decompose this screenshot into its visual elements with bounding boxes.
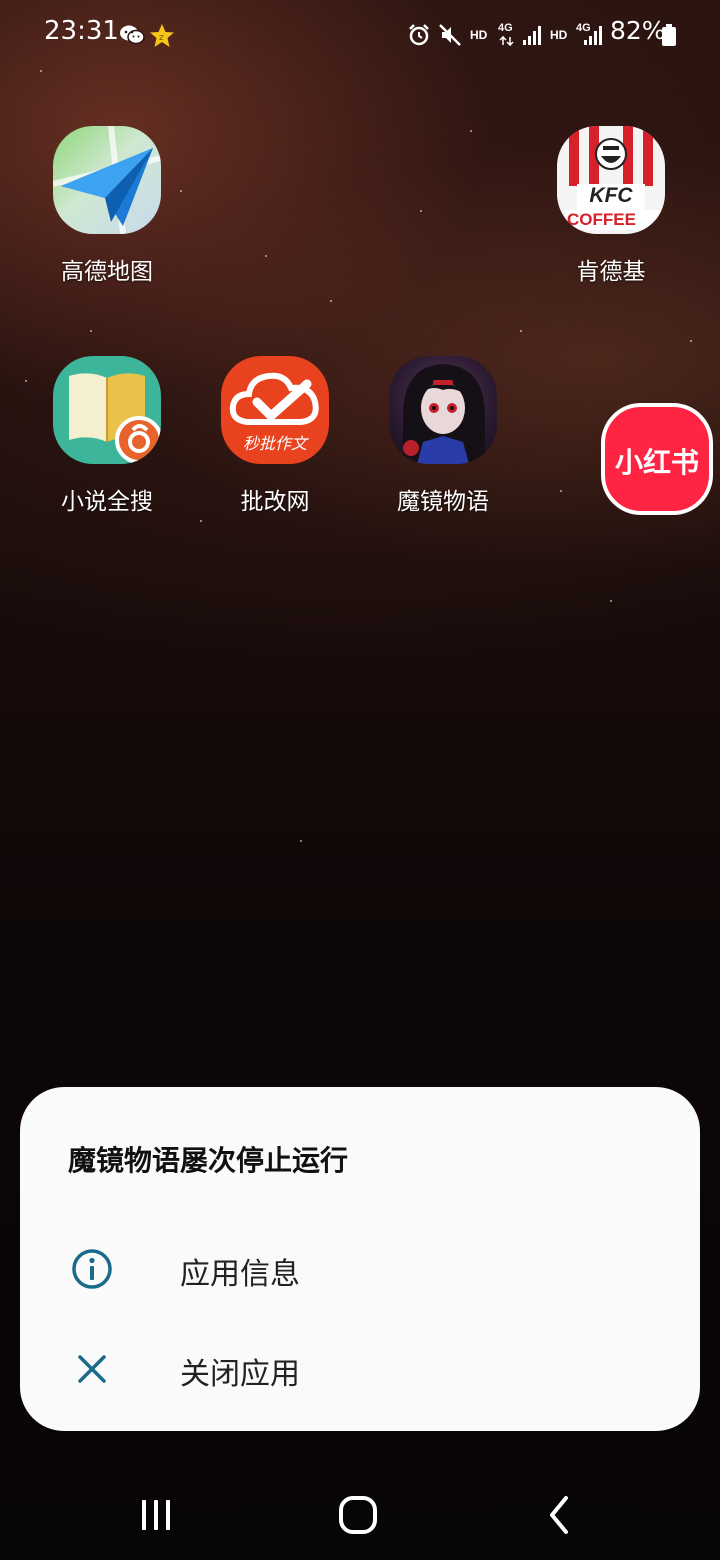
app-pigai[interactable]: 秒批作文 批改网 xyxy=(195,356,355,516)
svg-text:z: z xyxy=(159,33,164,43)
wallpaper-star xyxy=(560,490,562,492)
kfc-icon: KFC COFFEE xyxy=(557,126,665,234)
app-stopped-dialog: 魔镜物语屡次停止运行 应用信息 关闭应用 xyxy=(20,1087,700,1431)
signal-icon xyxy=(523,26,541,45)
data-arrows-icon xyxy=(499,36,514,46)
close-app-label: 关闭应用 xyxy=(180,1357,300,1392)
app-info-label: 应用信息 xyxy=(180,1257,300,1292)
app-novel-search[interactable]: 小说全搜 xyxy=(27,356,187,516)
app-label: 魔镜物语 xyxy=(397,489,489,515)
xiaohongshu-icon-text: 小红书 xyxy=(614,446,699,479)
dialog-title: 魔镜物语屡次停止运行 xyxy=(68,1144,349,1177)
app-label: 小说全搜 xyxy=(61,489,153,515)
mute-icon xyxy=(439,24,461,46)
clock: 23:31 xyxy=(44,16,119,46)
network-type-label: 4G xyxy=(498,22,513,34)
app-label: 肯德基 xyxy=(576,259,646,285)
battery-icon xyxy=(662,24,676,46)
signal-icon xyxy=(584,26,602,45)
hd-label: HD xyxy=(470,28,488,42)
wallpaper-star xyxy=(265,255,267,257)
home-button[interactable] xyxy=(328,1490,388,1540)
novel-search-icon xyxy=(53,356,161,464)
wallpaper-star xyxy=(40,70,42,72)
recent-apps-button[interactable] xyxy=(126,1490,186,1540)
status-bar: 23:31 z HD 4G HD 4G 82% xyxy=(0,0,720,70)
pigai-icon: 秒批作文 xyxy=(221,356,329,464)
kfc-coffee-text: COFFEE xyxy=(567,210,636,229)
wallpaper-star xyxy=(470,130,472,132)
mirror-tale-icon xyxy=(389,356,497,464)
app-xiaohongshu[interactable]: 小红书 xyxy=(577,403,720,515)
wallpaper-star xyxy=(90,330,92,332)
app-mirror-tale[interactable]: 魔镜物语 xyxy=(363,356,523,516)
star-badge-icon: z xyxy=(150,24,174,47)
kfc-icon-text: KFC xyxy=(589,184,633,207)
close-app-option[interactable]: 关闭应用 xyxy=(20,1321,700,1417)
battery-percent: 82% xyxy=(610,16,666,45)
wallpaper-star xyxy=(610,600,612,602)
app-kfc[interactable]: KFC COFFEE 肯德基 xyxy=(531,126,691,286)
app-amap[interactable]: 高德地图 xyxy=(27,126,187,286)
app-info-option[interactable]: 应用信息 xyxy=(20,1221,700,1317)
app-label: 批改网 xyxy=(240,489,310,515)
wechat-icon xyxy=(120,25,145,45)
navigation-bar xyxy=(0,1470,720,1560)
close-icon xyxy=(78,1355,106,1383)
wallpaper-star xyxy=(200,520,202,522)
back-button[interactable] xyxy=(530,1490,590,1540)
hd-label: HD xyxy=(550,28,568,42)
app-label: 高德地图 xyxy=(61,259,153,285)
info-icon xyxy=(72,1249,112,1289)
wallpaper-star xyxy=(690,340,692,342)
wallpaper-star xyxy=(330,300,332,302)
wallpaper-star xyxy=(300,840,302,842)
xiaohongshu-icon: 小红书 xyxy=(601,403,713,515)
home-screen: 23:31 z HD 4G HD 4G 82% 高德地图 KFC COFFEE … xyxy=(0,0,720,1560)
wallpaper-star xyxy=(520,330,522,332)
amap-icon xyxy=(53,126,161,234)
alarm-icon xyxy=(409,24,429,46)
pigai-icon-text: 秒批作文 xyxy=(242,434,307,453)
wallpaper-star xyxy=(420,210,422,212)
